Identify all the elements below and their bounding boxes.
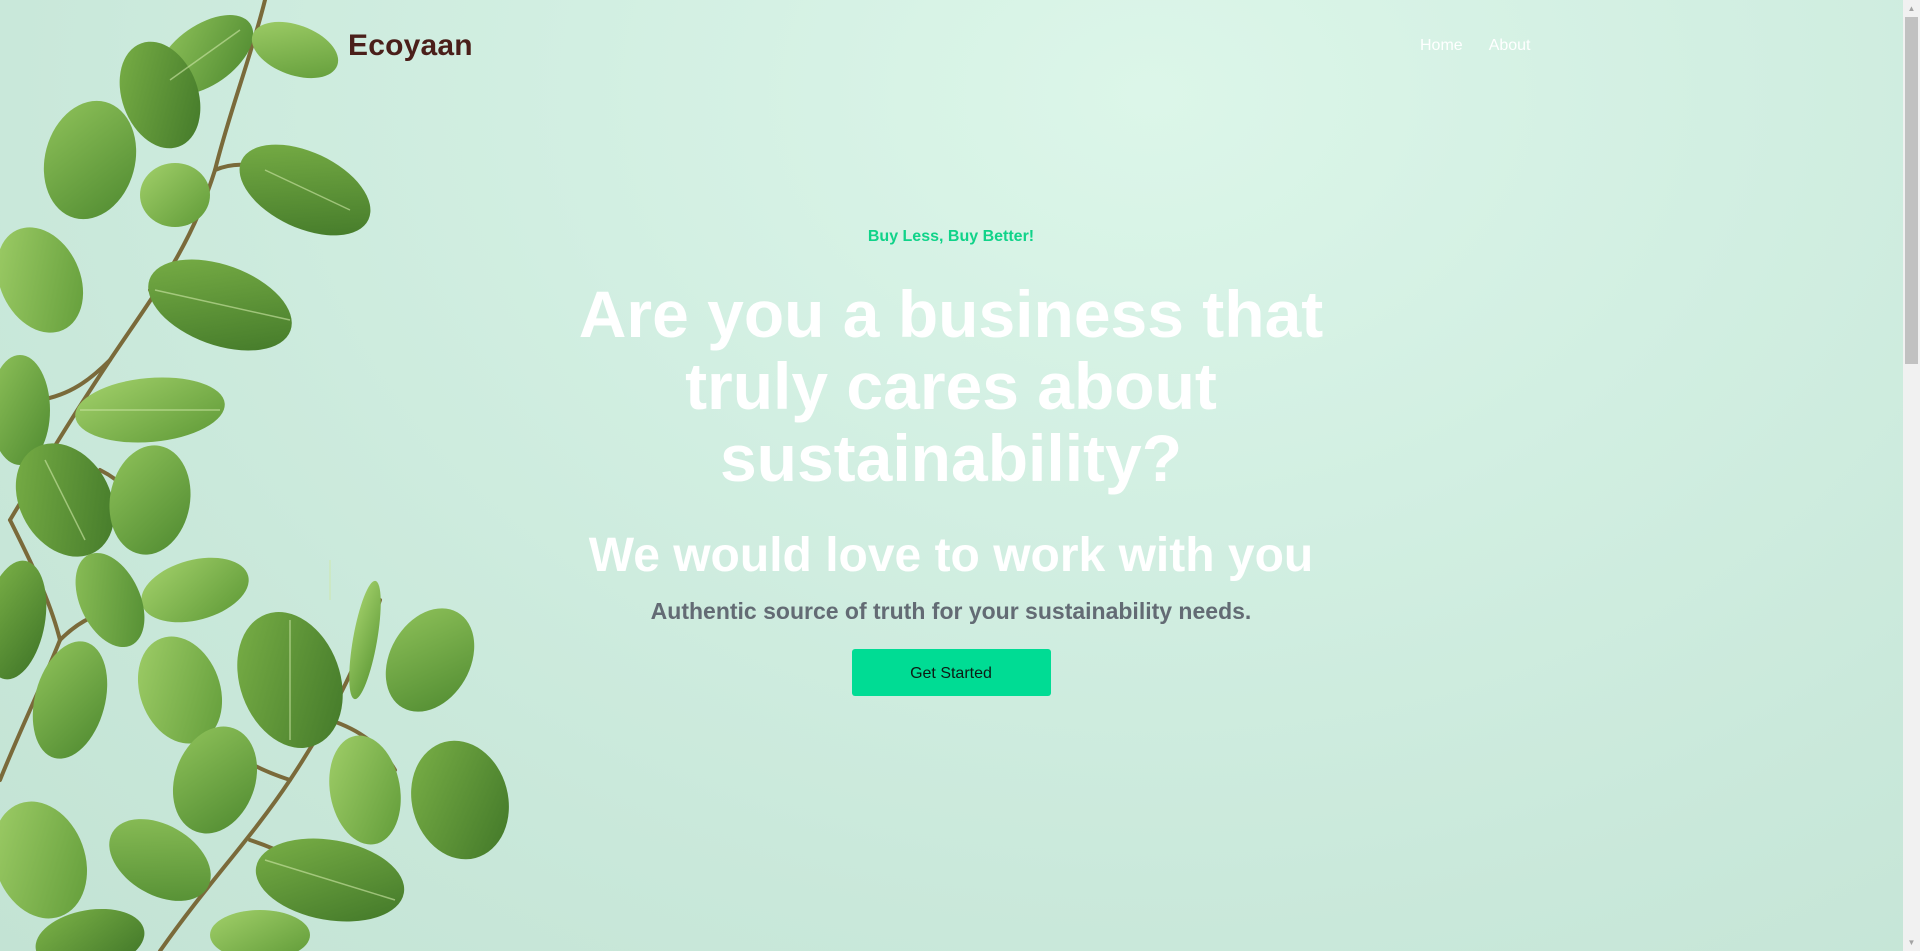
hero-tagline: Buy Less, Buy Better! — [867, 228, 1035, 245]
top-nav: Ecoyaan Home About — [0, 0, 1903, 96]
hero-headline: Are you a business that truly cares abou… — [578, 277, 1324, 495]
page: Ecoyaan Home About Buy Less, Buy Better!… — [0, 0, 1920, 951]
triangle-up-icon[interactable]: ▲ — [1903, 0, 1920, 17]
hero-description: Authentic source of truth for your susta… — [650, 598, 1252, 624]
scrollbar-thumb[interactable] — [1905, 17, 1918, 364]
brand-logo[interactable]: Ecoyaan — [348, 29, 473, 63]
hero-subheadline: We would love to work with you — [588, 529, 1314, 582]
nav-link-home[interactable]: Home — [1420, 37, 1463, 55]
hero-section: Buy Less, Buy Better! Are you a business… — [452, 228, 1450, 696]
content-area: Ecoyaan Home About Buy Less, Buy Better!… — [0, 0, 1903, 951]
vertical-scrollbar[interactable]: ▲ ▼ — [1903, 0, 1920, 951]
get-started-button[interactable]: Get Started — [851, 649, 1051, 696]
nav-link-about[interactable]: About — [1489, 37, 1531, 55]
triangle-down-icon[interactable]: ▼ — [1903, 934, 1920, 951]
nav-links: Home About — [1420, 37, 1531, 55]
